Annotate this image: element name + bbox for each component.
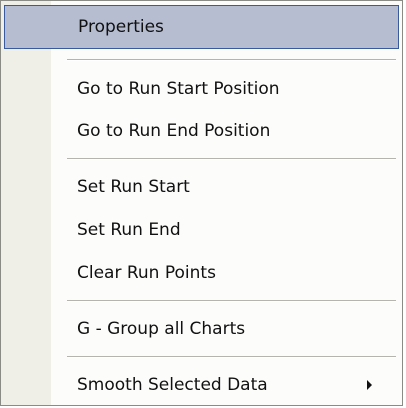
menu-item-label: Go to Run Start Position bbox=[77, 79, 280, 99]
menu-separator bbox=[67, 300, 396, 302]
menu-item-smooth-selected-data[interactable]: Smooth Selected Data bbox=[1, 363, 402, 407]
menu-item-label: G - Group all Charts bbox=[77, 319, 246, 339]
menu-separator bbox=[67, 59, 396, 61]
menu-item-label: Smooth Selected Data bbox=[77, 375, 268, 395]
menu-item-clear-run-points[interactable]: Clear Run Points bbox=[1, 251, 402, 295]
menu-item-group-all-charts[interactable]: G - Group all Charts bbox=[1, 307, 402, 351]
submenu-arrow-icon bbox=[367, 380, 372, 390]
menu-item-properties[interactable]: Properties bbox=[4, 5, 399, 49]
menu-item-set-run-end[interactable]: Set Run End bbox=[1, 208, 402, 252]
menu-separator bbox=[67, 158, 396, 160]
context-menu: Properties Go to Run Start Position Go t… bbox=[0, 0, 403, 406]
menu-separator bbox=[67, 356, 396, 358]
menu-item-label: Set Run Start bbox=[77, 177, 190, 197]
menu-item-label: Properties bbox=[78, 17, 164, 37]
menu-item-set-run-start[interactable]: Set Run Start bbox=[1, 165, 402, 209]
menu-item-go-to-run-start-position[interactable]: Go to Run Start Position bbox=[1, 67, 402, 111]
menu-item-go-to-run-end-position[interactable]: Go to Run End Position bbox=[1, 109, 402, 153]
menu-item-label: Go to Run End Position bbox=[77, 121, 271, 141]
menu-item-label: Set Run End bbox=[77, 220, 181, 240]
menu-item-label: Clear Run Points bbox=[77, 263, 216, 283]
